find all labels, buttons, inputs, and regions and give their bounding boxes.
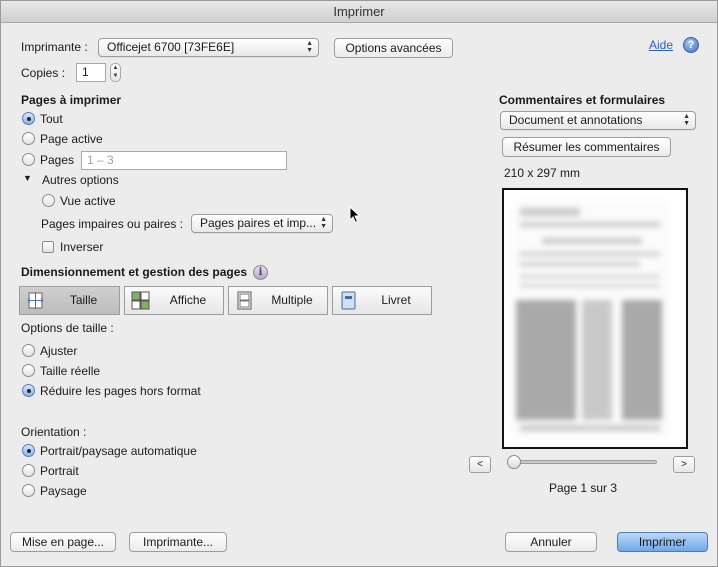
page-size-label: 210 x 297 mm xyxy=(504,166,581,180)
odd-even-select[interactable]: Pages paires et imp... ▲ ▼ xyxy=(191,214,333,233)
mode-booklet-button[interactable]: Livret xyxy=(332,286,432,315)
mode-multiple-label: Multiple xyxy=(271,293,313,307)
pages-current-radio[interactable] xyxy=(22,132,35,145)
info-icon[interactable]: i xyxy=(253,265,268,280)
orientation-portrait-label: Portrait xyxy=(40,464,79,478)
more-options-label[interactable]: Autres options xyxy=(42,173,119,187)
orientation-portrait-radio[interactable] xyxy=(22,464,35,477)
poster-mode-icon xyxy=(131,291,150,310)
orientation-auto-radio[interactable] xyxy=(22,444,35,457)
print-button[interactable]: Imprimer xyxy=(617,532,708,552)
mode-size-label: Taille xyxy=(69,293,98,307)
shrink-oversized-label: Réduire les pages hors format xyxy=(40,384,201,398)
orientation-landscape-radio[interactable] xyxy=(22,484,35,497)
pages-all-radio[interactable] xyxy=(22,112,35,125)
reverse-checkbox[interactable] xyxy=(42,241,54,253)
help-icon[interactable]: ? xyxy=(683,37,699,53)
cancel-button[interactable]: Annuler xyxy=(505,532,597,552)
mode-poster-button[interactable]: Affiche xyxy=(124,286,224,315)
printer-button[interactable]: Imprimante... xyxy=(129,532,227,552)
copies-stepper[interactable]: ▲ ▼ xyxy=(110,63,121,82)
mode-multiple-button[interactable]: Multiple xyxy=(228,286,328,315)
page-status: Page 1 sur 3 xyxy=(549,481,618,495)
summarize-comments-button[interactable]: Résumer les commentaires xyxy=(502,137,671,157)
reverse-label: Inverser xyxy=(60,240,104,254)
orientation-landscape-label: Paysage xyxy=(40,484,87,498)
pages-all-label: Tout xyxy=(40,112,63,126)
orientation-auto-label: Portrait/paysage automatique xyxy=(40,444,197,458)
page-slider-knob[interactable] xyxy=(507,455,521,469)
mode-size-button[interactable]: Taille xyxy=(19,286,120,315)
disclosure-triangle-icon[interactable]: ▼ xyxy=(23,173,32,183)
popup-arrows-icon: ▲ ▼ xyxy=(320,216,327,230)
pages-current-label: Page active xyxy=(40,132,103,146)
orientation-label: Orientation : xyxy=(21,425,87,439)
active-view-label: Vue active xyxy=(60,194,116,208)
help-link[interactable]: Aide xyxy=(649,38,673,52)
printer-label: Imprimante : xyxy=(21,40,88,54)
active-view-radio[interactable] xyxy=(42,194,55,207)
preview-page-content xyxy=(512,200,670,438)
odd-even-select-value: Pages paires et imp... xyxy=(200,216,317,230)
advanced-options-button[interactable]: Options avancées xyxy=(334,38,453,58)
copies-label: Copies : xyxy=(21,66,66,80)
size-options-label: Options de taille : xyxy=(21,321,114,335)
pages-range-radio[interactable] xyxy=(22,153,35,166)
fit-label: Ajuster xyxy=(40,344,78,358)
popup-arrows-icon: ▲ ▼ xyxy=(683,113,690,127)
odd-even-label: Pages impaires ou paires : xyxy=(41,217,184,231)
comments-heading: Commentaires et formulaires xyxy=(499,93,666,107)
fit-radio[interactable] xyxy=(22,344,35,357)
comments-select-value: Document et annotations xyxy=(509,113,643,127)
mouse-cursor-icon xyxy=(349,206,361,224)
window-title: Imprimer xyxy=(1,1,717,23)
next-page-button[interactable]: > xyxy=(673,456,695,473)
pages-range-label: Pages xyxy=(40,153,75,167)
booklet-mode-icon xyxy=(341,291,356,310)
actual-size-label: Taille réelle xyxy=(40,364,101,378)
printer-select[interactable]: Officejet 6700 [73FE6E] ▲ ▼ xyxy=(98,38,319,57)
copies-input[interactable]: 1 xyxy=(76,63,106,82)
page-setup-button[interactable]: Mise en page... xyxy=(10,532,116,552)
pages-range-input[interactable]: 1 – 3 xyxy=(81,151,287,170)
size-mode-icon xyxy=(27,292,44,309)
actual-size-radio[interactable] xyxy=(22,364,35,377)
multiple-mode-icon xyxy=(237,291,252,310)
pages-heading: Pages à imprimer xyxy=(21,93,122,107)
page-slider-track[interactable] xyxy=(514,460,657,464)
mode-booklet-label: Livret xyxy=(381,293,411,307)
popup-arrows-icon: ▲ ▼ xyxy=(306,40,313,54)
previous-page-button[interactable]: < xyxy=(469,456,491,473)
print-dialog: Imprimer Imprimante : Officejet 6700 [73… xyxy=(0,0,718,567)
pages-range-placeholder: 1 – 3 xyxy=(87,153,114,167)
page-preview xyxy=(502,188,688,449)
printer-select-value: Officejet 6700 [73FE6E] xyxy=(107,40,235,54)
sizing-heading: Dimensionnement et gestion des pages xyxy=(21,265,248,279)
mode-poster-label: Affiche xyxy=(169,293,207,307)
comments-select[interactable]: Document et annotations ▲ ▼ xyxy=(500,111,696,130)
shrink-oversized-radio[interactable] xyxy=(22,384,35,397)
